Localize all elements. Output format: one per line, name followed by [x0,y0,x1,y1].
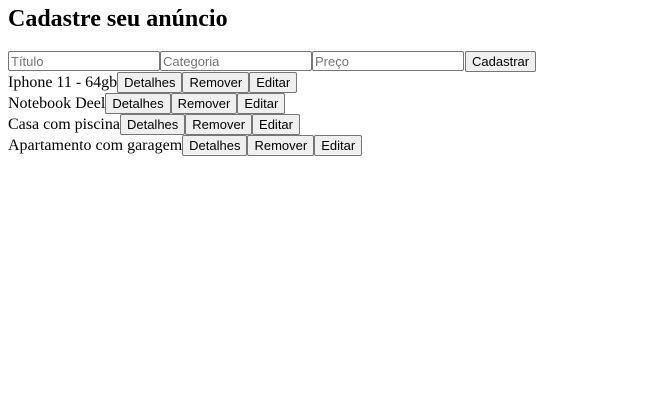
edit-button[interactable]: Editar [314,135,363,156]
page-title: Cadastre seu anúncio [8,6,228,32]
remove-button[interactable]: Remover [247,135,315,156]
remove-button[interactable]: Remover [170,93,238,114]
details-button[interactable]: Detalhes [117,72,183,93]
listing-title: Iphone 11 - 64gb [8,73,118,91]
preco-input[interactable] [312,51,464,71]
edit-button[interactable]: Editar [252,114,300,135]
listing-list: Iphone 11 - 64gb Detalhes Remover Editar… [8,72,652,156]
list-item: Casa com piscina Detalhes Remover Editar [8,114,652,135]
remove-button[interactable]: Remover [182,72,250,93]
details-button[interactable]: Detalhes [182,135,248,156]
titulo-input[interactable] [8,51,160,71]
listing-form: Cadastrar [8,50,652,72]
cadastrar-button[interactable]: Cadastrar [465,50,537,72]
listing-title: Apartamento com garagem [8,136,183,154]
details-button[interactable]: Detalhes [119,114,186,135]
categoria-input[interactable] [160,51,312,71]
edit-button[interactable]: Editar [237,93,286,114]
list-item: Iphone 11 - 64gb Detalhes Remover Editar [8,72,652,93]
edit-button[interactable]: Editar [249,72,298,93]
listing-title: Casa com piscina [8,115,120,133]
remove-button[interactable]: Remover [185,114,253,135]
details-button[interactable]: Detalhes [105,93,171,114]
listing-title: Notebook Deel [8,94,106,112]
list-item: Notebook Deel Detalhes Remover Editar [8,93,652,114]
list-item: Apartamento com garagem Detalhes Remover… [8,135,652,156]
